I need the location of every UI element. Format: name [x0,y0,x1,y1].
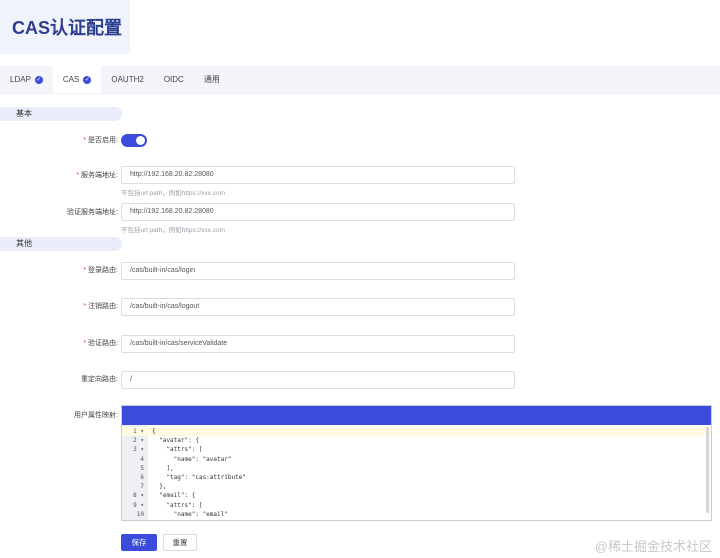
tab-oidc[interactable]: OIDC [154,66,194,93]
validate-route-input[interactable]: /cas/built-in/cas/serviceValidate [121,335,515,353]
line-number: 6 [140,474,144,481]
server-url-input[interactable]: http://192.168.20.82:28080 [121,166,515,184]
check-circle-icon: ✓ [83,75,92,84]
validate-url-input[interactable]: http://192.168.20.82:28080 [121,203,515,221]
enabled-label-text: 是否启用: [88,137,118,144]
tab-general[interactable]: 通用 [194,66,230,93]
code-text: ], [152,464,174,472]
toggle-knob [136,136,145,145]
code-line[interactable]: 6 "tag": "cas:attribute" [122,473,711,482]
code-line[interactable]: 3 ▾ "attrs": [ [122,445,711,454]
tab-general-label: 通用 [203,75,220,84]
code-line[interactable]: 7 }, [122,482,711,491]
code-text: "avatar": { [152,437,199,445]
code-text: "attrs": [ [152,501,203,509]
logout-route-input[interactable]: /cas/built-in/cas/logout [121,298,515,316]
tab-oauth2[interactable]: OAUTH2 [101,66,153,93]
tab-cas[interactable]: CAS ✓ [52,66,102,93]
tab-ldap[interactable]: LDAP ✓ [0,66,53,93]
enabled-label: * 是否启用: [0,136,118,146]
line-number: 7 [140,483,144,491]
tab-oauth2-label: OAUTH2 [111,75,144,84]
tab-ldap-label: LDAP [10,75,31,84]
required-mark: * [83,303,87,310]
watermark: @稀土掘金技术社区 [594,539,712,554]
line-number: 9 ▾ [133,501,144,509]
redirect-route-input[interactable]: / [121,371,515,389]
server-url-label: * 服务端地址: [0,171,118,181]
code-line[interactable]: 10 "name": "email" [122,510,711,519]
code-text: }, [152,483,167,491]
login-route-label-text: 登录路由: [88,267,118,274]
editor-toolbar [122,406,711,425]
validate-url-hint: 不包括url path，例如https://xxx.com [121,227,226,234]
section-basic: 基本 [0,107,122,121]
editor-body[interactable]: 1 ▾{2 ▾ "avatar": {3 ▾ "attrs": [4 "name… [122,425,711,520]
line-number: 4 [140,455,144,463]
enabled-toggle[interactable] [121,134,147,147]
logout-route-label: * 注销路由: [0,302,118,312]
code-text: "name": "avatar" [152,455,232,463]
required-mark: * [83,340,87,347]
login-route-label: * 登录路由: [0,266,118,276]
validate-url-label: 验证服务端地址: [67,209,118,216]
json-editor[interactable]: 1 ▾{2 ▾ "avatar": {3 ▾ "attrs": [4 "name… [121,405,712,521]
code-line[interactable]: 4 "name": "avatar" [122,455,711,464]
validate-route-label: * 验证路由: [0,339,118,349]
tab-bar: LDAP ✓ CAS ✓ OAUTH2 OIDC 通用 [0,66,720,94]
validate-route-label-text: 验证路由: [88,340,118,347]
page-title: CAS认证配置 [12,18,123,38]
required-mark: * [76,172,80,179]
code-line[interactable]: 8 ▾ "email": { [122,491,711,500]
login-route-input[interactable]: /cas/built-in/cas/login [121,262,515,280]
code-text: "attrs": [ [152,446,203,454]
editor-scrollbar[interactable] [706,427,709,513]
code-line[interactable]: 5 ], [122,464,711,473]
server-url-hint: 不包括url path，例如https://xxx.com [121,190,226,197]
logout-route-label-text: 注销路由: [88,303,118,310]
page-title-box: CAS认证配置 [0,0,130,54]
line-number: 2 ▾ [133,437,144,445]
line-number: 5 [140,464,144,472]
save-button[interactable]: 保存 [121,534,157,551]
required-mark: * [83,267,87,274]
code-text: { [152,428,156,435]
line-number: 3 ▾ [133,446,144,454]
code-line[interactable]: 2 ▾ "avatar": { [122,436,711,445]
line-number: 1 ▾ [133,428,144,435]
tab-oidc-label: OIDC [163,75,184,84]
tab-cas-label: CAS [62,75,80,84]
code-text: "email": { [152,492,196,500]
user-attr-map-label: 用户属性映射: [74,412,118,419]
code-line[interactable]: 9 ▾ "attrs": [ [122,501,711,510]
redirect-route-label: 重定向路由: [81,376,118,383]
check-circle-icon: ✓ [34,75,43,84]
code-line[interactable]: 1 ▾ { [122,427,711,437]
reset-button[interactable]: 重置 [163,534,197,551]
line-number: 8 ▾ [133,492,144,500]
server-url-label-text: 服务端地址: [81,172,118,179]
required-mark: * [83,137,87,144]
code-text: "name": "email" [152,510,228,518]
section-other: 其他 [0,237,122,251]
code-text: "tag": "cas:attribute" [152,474,246,481]
line-number: 10 [136,510,144,518]
